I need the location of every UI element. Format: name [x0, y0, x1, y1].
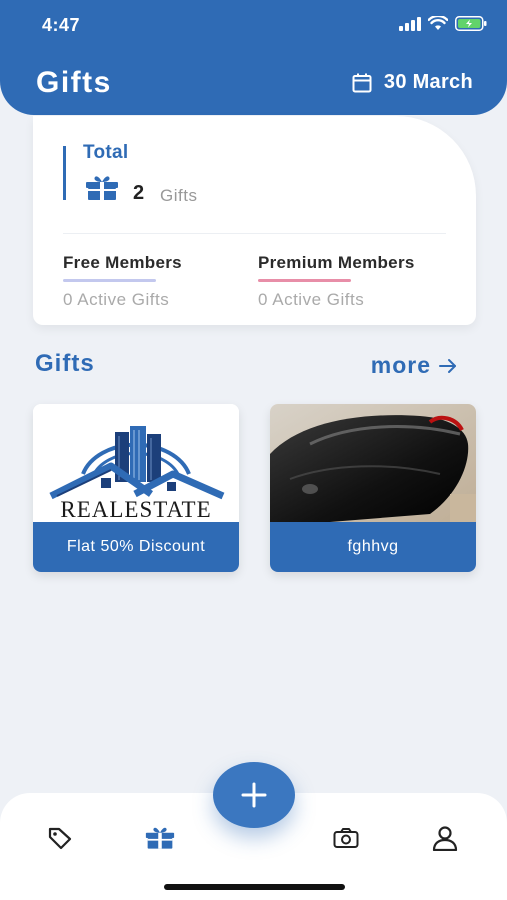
nav-camera[interactable] — [326, 818, 366, 858]
gift-icon — [86, 176, 118, 200]
premium-members-underline — [258, 279, 351, 282]
add-button[interactable] — [213, 762, 295, 828]
premium-members-stat: Premium Members 0 Active Gifts — [258, 253, 415, 310]
real-estate-logo-text: REALESTATE — [60, 497, 211, 522]
tag-icon — [48, 827, 72, 850]
add-icon — [241, 782, 267, 808]
gift-card[interactable]: fghhvg — [270, 404, 476, 572]
nav-offers[interactable] — [40, 818, 80, 858]
total-accent-bar — [63, 146, 66, 200]
more-link[interactable]: more — [371, 352, 457, 379]
page-title: Gifts — [36, 66, 112, 99]
premium-members-value: 0 Active Gifts — [258, 290, 365, 309]
gift-card-caption: Flat 50% Discount — [33, 522, 239, 572]
gift-card-caption: fghhvg — [270, 522, 476, 572]
free-members-stat: Free Members 0 Active Gifts — [63, 253, 182, 310]
profile-icon — [432, 826, 458, 851]
signal-icon — [399, 16, 421, 31]
free-members-label: Free Members — [63, 253, 182, 272]
wifi-icon — [428, 16, 448, 30]
arrow-right-icon — [439, 358, 456, 373]
app-header: 4:47 Gifts 30 March — [0, 0, 507, 115]
total-label: Total — [83, 142, 129, 163]
summary-card: Total 2 Gifts Free Members 0 Active Gift… — [33, 116, 476, 325]
gifts-section-title: Gifts — [35, 350, 95, 377]
calendar-icon — [352, 73, 372, 92]
battery-icon — [455, 16, 487, 31]
total-unit: Gifts — [160, 186, 198, 205]
more-label: more — [370, 352, 431, 378]
free-members-value: 0 Active Gifts — [63, 290, 170, 309]
date-selector[interactable]: 30 March — [352, 71, 473, 94]
real-estate-logo-image: REALESTATE — [33, 404, 239, 522]
status-time: 4:47 — [42, 15, 81, 35]
nav-gifts[interactable] — [140, 818, 180, 858]
premium-members-label: Premium Members — [258, 253, 415, 272]
free-members-underline — [63, 279, 156, 282]
status-icons — [399, 16, 487, 31]
helmet-photo-image — [270, 404, 476, 522]
home-indicator — [164, 884, 345, 890]
total-count: 2 — [133, 182, 145, 204]
card-divider — [63, 233, 446, 234]
gift-card[interactable]: REALESTATE Flat 50% Discount — [33, 404, 239, 572]
date-label: 30 March — [383, 71, 473, 93]
nav-profile[interactable] — [425, 818, 465, 858]
gift-icon — [145, 827, 175, 849]
camera-icon — [333, 828, 359, 848]
